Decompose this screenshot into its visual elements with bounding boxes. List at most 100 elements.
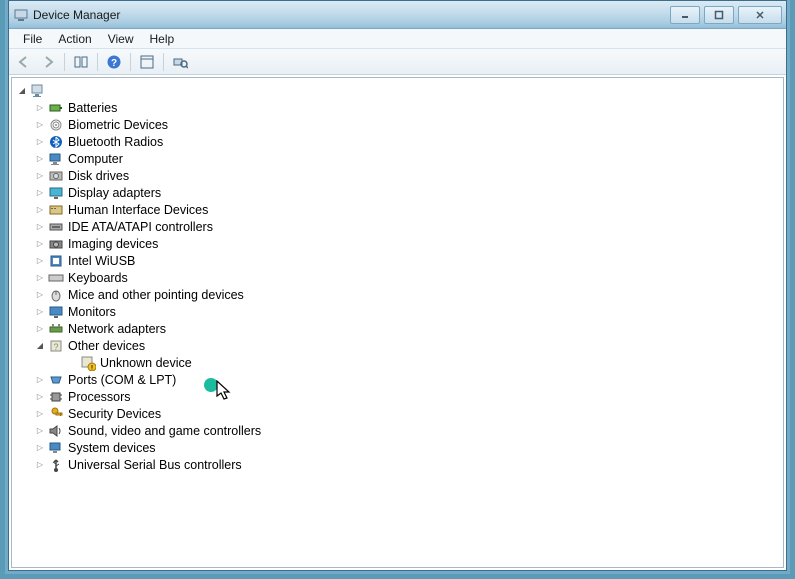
expand-icon[interactable] [34, 204, 46, 216]
expand-icon[interactable] [34, 238, 46, 250]
app-icon [13, 7, 29, 23]
expand-icon[interactable] [34, 153, 46, 165]
menu-help[interactable]: Help [142, 30, 183, 48]
node-label: Intel WiUSB [68, 254, 135, 268]
usb-node[interactable]: Universal Serial Bus controllers [32, 456, 781, 473]
expand-icon[interactable] [34, 306, 46, 318]
node-label: Display adapters [68, 186, 161, 200]
node-label: Unknown device [100, 356, 192, 370]
window-title: Device Manager [33, 8, 120, 22]
expand-icon[interactable] [34, 323, 46, 335]
processors-node[interactable]: Processors [32, 388, 781, 405]
toolbar: ? [9, 49, 786, 75]
hid-icon [48, 202, 64, 218]
scan-hardware-button[interactable] [169, 51, 191, 73]
close-button[interactable] [738, 6, 782, 24]
biometric-icon [48, 117, 64, 133]
node-label: IDE ATA/ATAPI controllers [68, 220, 213, 234]
node-label: Ports (COM & LPT) [68, 373, 176, 387]
battery-icon [48, 100, 64, 116]
display-icon [48, 185, 64, 201]
node-label: Human Interface Devices [68, 203, 208, 217]
disk-icon [48, 168, 64, 184]
node-label: Computer [68, 152, 123, 166]
computer-icon [30, 83, 46, 99]
expand-icon[interactable] [34, 391, 46, 403]
node-label: Batteries [68, 101, 117, 115]
menubar: File Action View Help [9, 29, 786, 49]
processor-icon [48, 389, 64, 405]
node-label: Mice and other pointing devices [68, 288, 244, 302]
expand-icon[interactable] [34, 187, 46, 199]
expand-icon[interactable] [34, 170, 46, 182]
expand-icon[interactable] [34, 289, 46, 301]
security-node[interactable]: Security Devices [32, 405, 781, 422]
root-node[interactable] [14, 82, 781, 99]
expand-icon[interactable] [34, 221, 46, 233]
system-node[interactable]: System devices [32, 439, 781, 456]
node-label: Monitors [68, 305, 116, 319]
back-button[interactable] [13, 51, 35, 73]
monitors-node[interactable]: Monitors [32, 303, 781, 320]
menu-action[interactable]: Action [50, 30, 99, 48]
node-label: Keyboards [68, 271, 128, 285]
ide-icon [48, 219, 64, 235]
unknown-device-node[interactable]: ! Unknown device [64, 354, 781, 371]
help-button[interactable]: ? [103, 51, 125, 73]
expand-icon[interactable] [34, 119, 46, 131]
batteries-node[interactable]: Batteries [32, 99, 781, 116]
disk-node[interactable]: Disk drives [32, 167, 781, 184]
ports-node[interactable]: Ports (COM & LPT) [32, 371, 781, 388]
menu-file[interactable]: File [15, 30, 50, 48]
toolbar-separator [64, 53, 65, 71]
other-devices-node[interactable]: ? Other devices [32, 337, 781, 354]
keyboards-node[interactable]: Keyboards [32, 269, 781, 286]
node-label: Security Devices [68, 407, 161, 421]
usb-icon [48, 457, 64, 473]
biometric-node[interactable]: Biometric Devices [32, 116, 781, 133]
expand-icon[interactable] [34, 425, 46, 437]
ide-node[interactable]: IDE ATA/ATAPI controllers [32, 218, 781, 235]
bluetooth-node[interactable]: Bluetooth Radios [32, 133, 781, 150]
expand-icon[interactable] [34, 272, 46, 284]
expand-icon[interactable] [34, 442, 46, 454]
expand-icon[interactable] [34, 340, 46, 352]
network-node[interactable]: Network adapters [32, 320, 781, 337]
node-label: Disk drives [68, 169, 129, 183]
show-hide-button[interactable] [70, 51, 92, 73]
minimize-button[interactable] [670, 6, 700, 24]
node-label: Bluetooth Radios [68, 135, 163, 149]
wiusb-node[interactable]: Intel WiUSB [32, 252, 781, 269]
expand-icon[interactable] [16, 85, 28, 97]
toolbar-separator [97, 53, 98, 71]
expand-icon[interactable] [34, 374, 46, 386]
expand-icon[interactable] [34, 408, 46, 420]
svg-text:?: ? [111, 58, 117, 69]
forward-button[interactable] [37, 51, 59, 73]
maximize-button[interactable] [704, 6, 734, 24]
menu-view[interactable]: View [100, 30, 142, 48]
svg-text:!: ! [91, 365, 93, 371]
monitor-icon [48, 304, 64, 320]
expand-icon[interactable] [34, 255, 46, 267]
security-icon [48, 406, 64, 422]
hid-node[interactable]: Human Interface Devices [32, 201, 781, 218]
expand-icon[interactable] [34, 459, 46, 471]
wiusb-icon [48, 253, 64, 269]
expand-icon[interactable] [34, 102, 46, 114]
computer-node[interactable]: Computer [32, 150, 781, 167]
window-controls [670, 6, 782, 24]
sound-icon [48, 423, 64, 439]
tree-view[interactable]: Batteries Biometric Devices Bluetooth Ra… [11, 77, 784, 568]
expand-icon[interactable] [34, 136, 46, 148]
network-icon [48, 321, 64, 337]
system-icon [48, 440, 64, 456]
sound-node[interactable]: Sound, video and game controllers [32, 422, 781, 439]
mice-node[interactable]: Mice and other pointing devices [32, 286, 781, 303]
node-label: Network adapters [68, 322, 166, 336]
node-label: Universal Serial Bus controllers [68, 458, 242, 472]
display-node[interactable]: Display adapters [32, 184, 781, 201]
imaging-node[interactable]: Imaging devices [32, 235, 781, 252]
other-icon: ? [48, 338, 64, 354]
properties-button[interactable] [136, 51, 158, 73]
